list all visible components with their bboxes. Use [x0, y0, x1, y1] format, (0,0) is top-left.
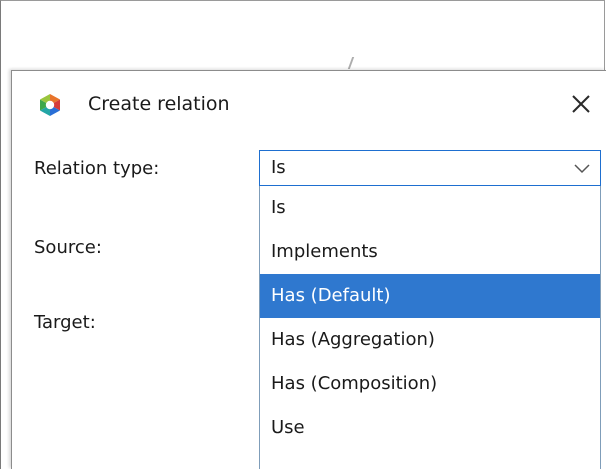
source-label: Source: — [34, 237, 102, 258]
screen: Create relation Relation type: Source: T… — [0, 0, 606, 469]
option-has-default[interactable]: Has (Default) — [260, 274, 600, 318]
option-implements[interactable]: Implements — [260, 230, 600, 274]
target-label: Target: — [34, 312, 96, 333]
dialog-titlebar: Create relation — [12, 71, 606, 139]
chevron-down-icon — [573, 160, 591, 176]
dialog-title: Create relation — [88, 93, 230, 115]
background-window-fragment — [347, 57, 362, 69]
close-icon[interactable] — [568, 91, 594, 117]
relation-type-label: Relation type: — [34, 158, 160, 179]
option-has-composition[interactable]: Has (Composition) — [260, 362, 600, 406]
relation-type-value: Is — [271, 157, 286, 178]
relation-type-select[interactable]: Is — [259, 150, 601, 186]
app-logo-icon — [39, 93, 61, 117]
relation-type-dropdown: Is Implements Has (Default) Has (Aggrega… — [259, 186, 601, 469]
create-relation-dialog: Create relation Relation type: Source: T… — [11, 70, 606, 469]
option-has-aggregation[interactable]: Has (Aggregation) — [260, 318, 600, 362]
option-is[interactable]: Is — [260, 186, 600, 230]
option-use[interactable]: Use — [260, 406, 600, 450]
